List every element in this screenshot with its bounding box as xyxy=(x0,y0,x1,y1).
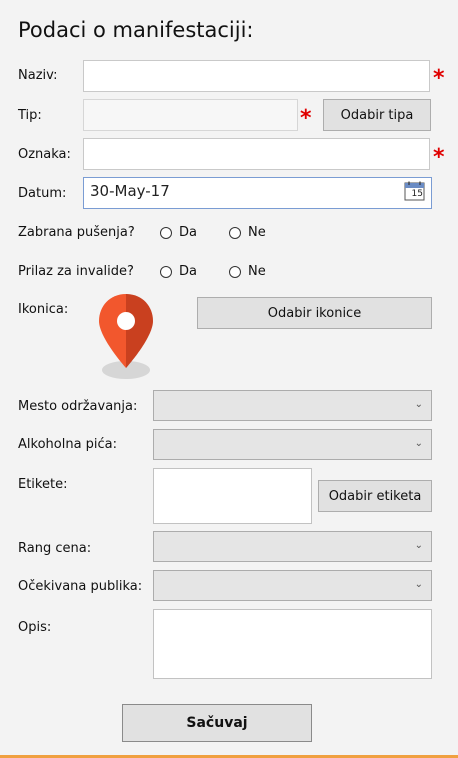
description-textarea[interactable] xyxy=(153,609,432,679)
handicap-no-radio[interactable]: Ne xyxy=(229,264,266,279)
select-icon-button[interactable]: Odabir ikonice xyxy=(197,297,432,329)
radio-circle[interactable] xyxy=(229,226,241,239)
handicap-yes-radio[interactable]: Da xyxy=(160,264,197,279)
handicap-label: Prilaz za invalide? xyxy=(18,264,134,279)
date-value: 30-May-17 xyxy=(90,182,170,200)
icon-label: Ikonica: xyxy=(18,302,69,317)
smoking-yes-radio[interactable]: Da xyxy=(160,225,197,240)
type-required-mark: * xyxy=(300,106,312,131)
handicap-yes-label: Da xyxy=(179,264,197,279)
handicap-no-label: Ne xyxy=(248,264,266,279)
tag-label: Oznaka: xyxy=(18,147,71,162)
radio-circle[interactable] xyxy=(160,226,172,239)
map-marker-icon xyxy=(99,294,153,379)
name-required-mark: * xyxy=(433,66,445,91)
description-label: Opis: xyxy=(18,620,52,635)
type-label: Tip: xyxy=(18,108,42,123)
radio-circle[interactable] xyxy=(160,265,172,278)
smoking-no-label: Ne xyxy=(248,225,266,240)
chevron-down-icon: ⌄ xyxy=(414,438,423,449)
location-label: Mesto održavanja: xyxy=(18,399,138,414)
alcohol-label: Alkoholna pića: xyxy=(18,437,118,452)
type-input xyxy=(83,99,298,131)
labels-label: Etikete: xyxy=(18,477,68,492)
price-label: Rang cena: xyxy=(18,541,92,556)
price-combobox[interactable]: ⌄ xyxy=(153,531,432,562)
name-label: Naziv: xyxy=(18,68,58,83)
save-button[interactable]: Sačuvaj xyxy=(122,704,312,742)
radio-circle[interactable] xyxy=(229,265,241,278)
audience-combobox[interactable]: ⌄ xyxy=(153,570,432,601)
date-label: Datum: xyxy=(18,186,67,201)
chevron-down-icon: ⌄ xyxy=(414,579,423,590)
tag-input[interactable] xyxy=(83,138,430,170)
tag-required-mark: * xyxy=(433,145,445,170)
labels-list[interactable] xyxy=(153,468,312,524)
form-title: Podaci o manifestaciji: xyxy=(18,18,254,42)
calendar-day-text: 15 xyxy=(411,189,423,199)
name-input[interactable] xyxy=(83,60,430,92)
alcohol-combobox[interactable]: ⌄ xyxy=(153,429,432,460)
location-combobox[interactable]: ⌄ xyxy=(153,390,432,421)
select-labels-button[interactable]: Odabir etiketa xyxy=(318,480,432,512)
date-picker[interactable]: 30-May-17 15 xyxy=(83,177,432,209)
smoking-label: Zabrana pušenja? xyxy=(18,225,135,240)
chevron-down-icon: ⌄ xyxy=(414,540,423,551)
chevron-down-icon: ⌄ xyxy=(414,399,423,410)
smoking-no-radio[interactable]: Ne xyxy=(229,225,266,240)
audience-label: Očekivana publika: xyxy=(18,579,143,594)
smoking-yes-label: Da xyxy=(179,225,197,240)
select-type-button[interactable]: Odabir tipa xyxy=(323,99,431,131)
